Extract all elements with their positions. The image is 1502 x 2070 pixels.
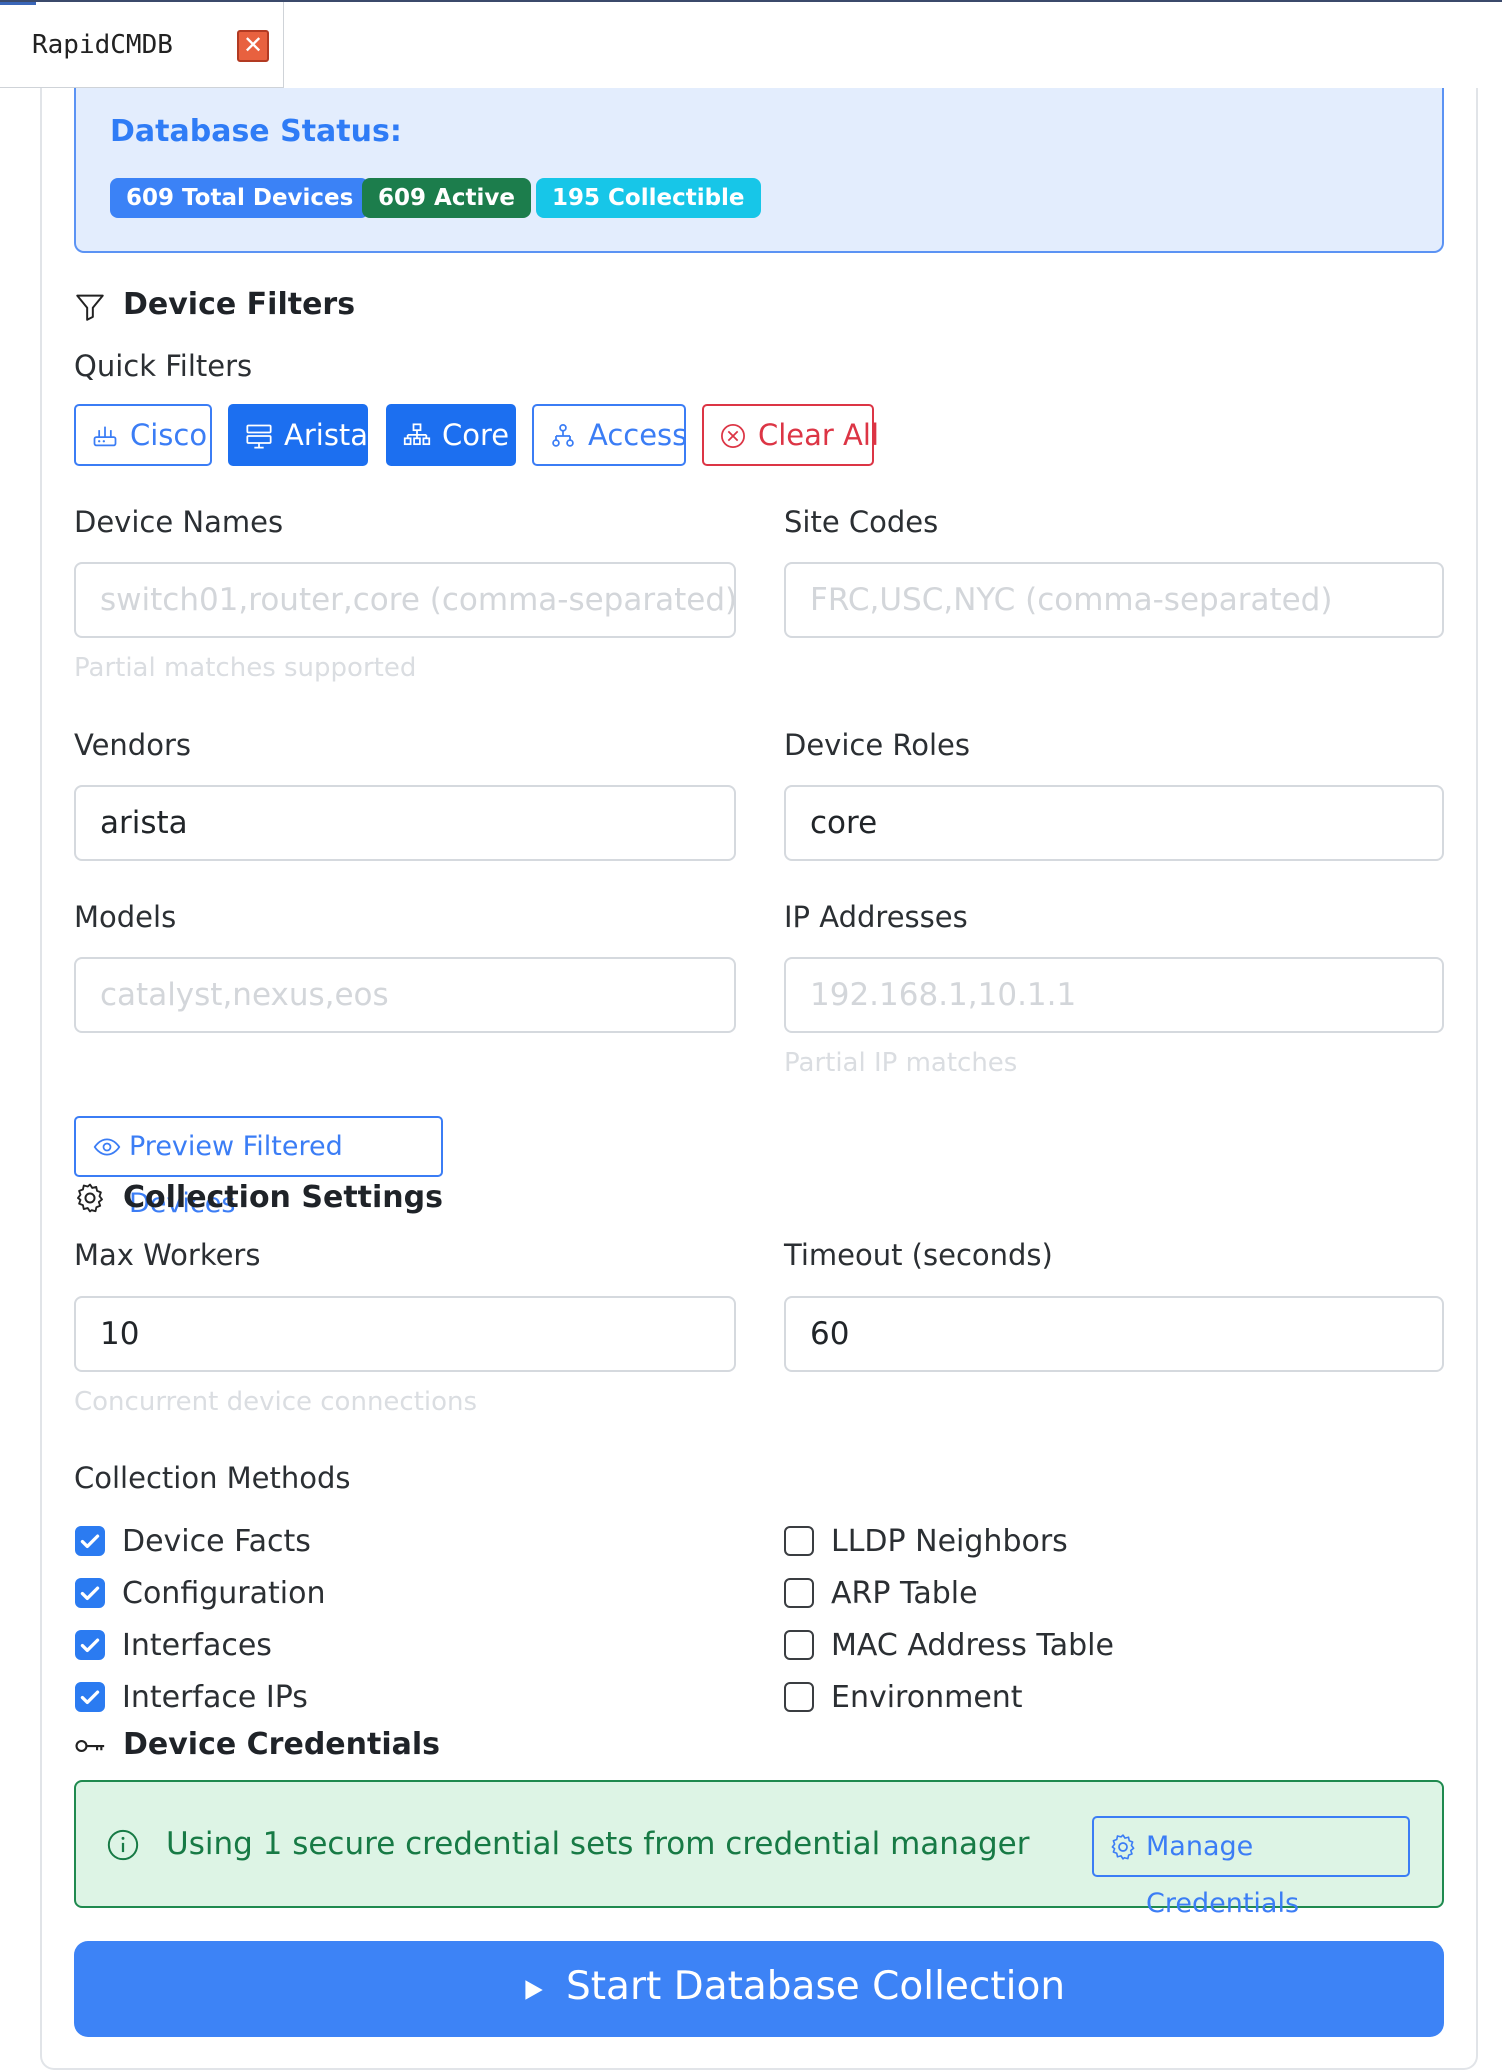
- quick-filter-access-label: Access: [588, 418, 688, 452]
- lldp-neighbors-checkbox[interactable]: [784, 1526, 814, 1556]
- interfaces-checkbox[interactable]: [75, 1630, 105, 1660]
- gear-icon: [1111, 1834, 1135, 1860]
- lldp-neighbors-label: LLDP Neighbors: [831, 1524, 1068, 1559]
- ip-addresses-help: Partial IP matches: [784, 1048, 1018, 1078]
- funnel-icon: [76, 294, 104, 321]
- interface-ips-label: Interface IPs: [122, 1680, 308, 1715]
- timeout-label: Timeout (seconds): [784, 1238, 1053, 1272]
- configuration-checkbox[interactable]: [75, 1578, 105, 1608]
- tab-close-button[interactable]: ✕: [237, 30, 269, 62]
- collectible-devices-badge: 195 Collectible: [536, 178, 761, 218]
- key-icon: [75, 1739, 105, 1753]
- quick-filter-cisco-label: Cisco: [130, 418, 208, 452]
- database-status-title: Database Status:: [110, 114, 402, 149]
- interface-ips-checkbox[interactable]: [75, 1682, 105, 1712]
- quick-filters-label: Quick Filters: [74, 349, 253, 383]
- device-roles-input[interactable]: core: [784, 785, 1444, 861]
- manage-credentials-button[interactable]: Manage Credentials: [1092, 1816, 1410, 1919]
- preview-filtered-devices-button[interactable]: Preview Filtered Devices: [74, 1116, 443, 1219]
- quick-filter-core-label: Core: [442, 418, 510, 452]
- clear-all-button[interactable]: Clear All: [702, 404, 879, 466]
- environment-checkbox[interactable]: [784, 1682, 814, 1712]
- tab-bar: RapidCMDB ✕: [0, 2, 1502, 90]
- quick-filter-arista-label: Arista: [284, 418, 369, 452]
- tab-active-indicator: [0, 2, 36, 5]
- site-codes-input[interactable]: FRC,USC,NYC (comma-separated): [784, 562, 1444, 638]
- database-status-panel: Database Status: 609 Total Devices 609 A…: [74, 88, 1444, 253]
- gear-icon: [77, 1183, 103, 1213]
- collection-methods-label: Collection Methods: [74, 1461, 351, 1495]
- quick-filter-access[interactable]: Access: [532, 404, 688, 466]
- main-card: [40, 88, 1478, 2070]
- timeout-input[interactable]: 60: [784, 1296, 1444, 1372]
- checkmark-icon: [80, 1586, 100, 1601]
- info-circle-icon: [107, 1829, 139, 1861]
- models-label: Models: [74, 900, 177, 934]
- play-icon: [525, 1980, 543, 2000]
- mac-address-table-label: MAC Address Table: [831, 1628, 1114, 1663]
- active-devices-badge: 609 Active: [362, 178, 531, 218]
- quick-filter-cisco[interactable]: Cisco: [74, 404, 212, 466]
- max-workers-help: Concurrent device connections: [74, 1387, 478, 1417]
- access-diagram-icon: [552, 424, 574, 447]
- ip-addresses-input[interactable]: 192.168.1,10.1.1: [784, 957, 1444, 1033]
- eye-icon: [93, 1138, 121, 1156]
- device-filters-heading: Device Filters: [123, 287, 356, 322]
- mac-address-table-checkbox[interactable]: [784, 1630, 814, 1660]
- models-input[interactable]: catalyst,nexus,eos: [74, 957, 736, 1033]
- credentials-info-text: Using 1 secure credential sets from cred…: [166, 1826, 1030, 1862]
- interfaces-label: Interfaces: [122, 1628, 272, 1663]
- vendors-input[interactable]: arista: [74, 785, 736, 861]
- arp-table-label: ARP Table: [831, 1576, 978, 1611]
- device-credentials-heading: Device Credentials: [123, 1727, 441, 1762]
- environment-label: Environment: [831, 1680, 1023, 1715]
- switch-icon: [246, 424, 272, 449]
- start-database-collection-button[interactable]: Start Database Collection: [74, 1941, 1444, 2037]
- device-facts-checkbox[interactable]: [75, 1526, 105, 1556]
- close-circle-icon: [721, 424, 745, 448]
- start-database-collection-label: Start Database Collection: [566, 1964, 1066, 2009]
- ip-addresses-label: IP Addresses: [784, 900, 968, 934]
- router-icon: [93, 426, 117, 447]
- device-names-label: Device Names: [74, 505, 284, 539]
- quick-filter-arista[interactable]: Arista: [228, 404, 368, 466]
- checkmark-icon: [80, 1638, 100, 1653]
- total-devices-badge: 609 Total Devices: [110, 178, 370, 218]
- device-names-help: Partial matches supported: [74, 653, 417, 683]
- configuration-label: Configuration: [122, 1576, 326, 1611]
- credentials-info-alert: Using 1 secure credential sets from cred…: [74, 1780, 1444, 1919]
- vendors-label: Vendors: [74, 728, 191, 762]
- checkmark-icon: [80, 1534, 100, 1549]
- manage-credentials-label: Manage Credentials: [1146, 1831, 1300, 1919]
- arp-table-checkbox[interactable]: [784, 1578, 814, 1608]
- device-names-input[interactable]: switch01,router,core (comma-separated): [74, 562, 736, 638]
- site-codes-label: Site Codes: [784, 505, 939, 539]
- clear-all-label: Clear All: [758, 418, 880, 452]
- device-facts-label: Device Facts: [122, 1524, 311, 1559]
- max-workers-input[interactable]: 10: [74, 1296, 736, 1372]
- checkmark-icon: [80, 1690, 100, 1705]
- collection-settings-heading: Collection Settings: [123, 1180, 443, 1215]
- max-workers-label: Max Workers: [74, 1238, 261, 1272]
- tab-title: RapidCMDB: [32, 30, 173, 60]
- quick-filter-core[interactable]: Core: [386, 404, 516, 466]
- device-roles-label: Device Roles: [784, 728, 970, 762]
- hierarchy-icon: [403, 423, 431, 446]
- tab-rapidcmdb[interactable]: RapidCMDB ✕: [0, 2, 284, 88]
